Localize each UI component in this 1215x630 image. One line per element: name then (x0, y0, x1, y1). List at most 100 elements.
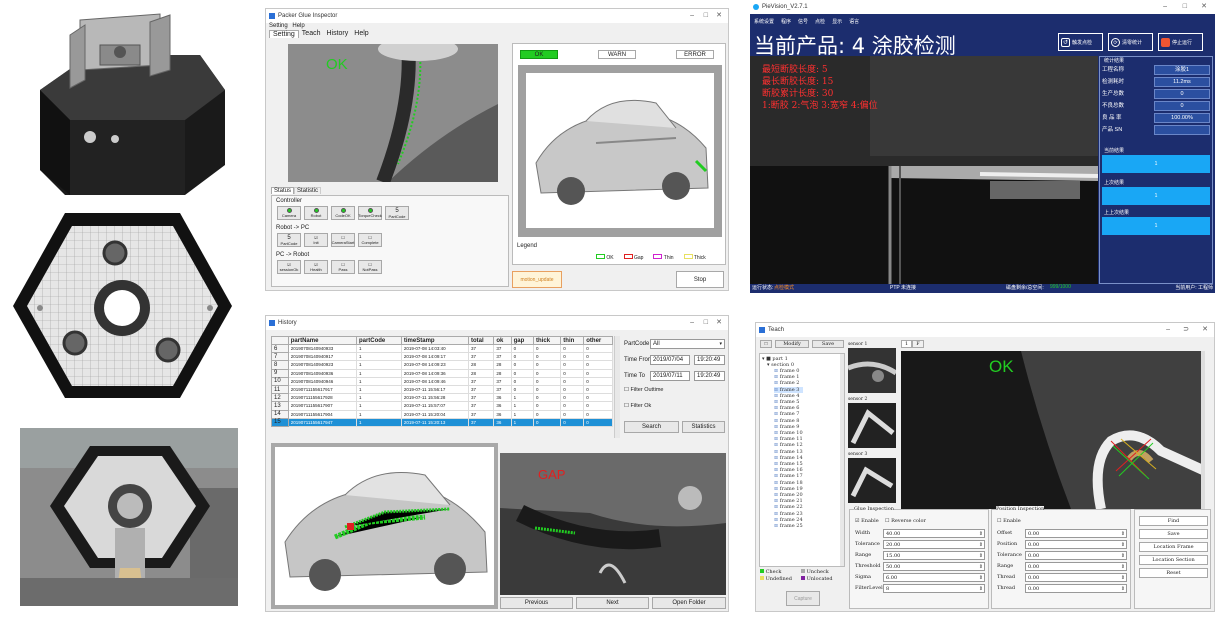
glue-field-input[interactable]: 15.00 ⇕ (883, 551, 985, 560)
status-ok-button[interactable]: OK (520, 50, 558, 59)
position-field-input[interactable]: 0.00 ⇕ (1025, 540, 1127, 549)
glue-field-input[interactable]: 40.00 ⇕ (883, 529, 985, 538)
close-button[interactable]: ✕ (716, 9, 722, 23)
robot-pc-partcode[interactable]: 5 PartCode (277, 233, 301, 247)
table-row[interactable]: 11 20190711155617917 1 2019-07-11 15:56:17 3… (271, 384, 613, 395)
glue-enable-checkbox[interactable]: ☑ Enable (855, 518, 879, 524)
controller-torquecheck[interactable]: TorqueCheck (358, 206, 382, 220)
spinner-icon[interactable]: ⇕ (979, 530, 983, 538)
tab-setting[interactable]: Setting (269, 30, 299, 38)
col-header-thick[interactable]: thick (533, 336, 562, 345)
filter-ok-checkbox[interactable]: ☐ Filter Ok (624, 403, 651, 409)
modify-button[interactable]: Modify (775, 340, 809, 348)
position-field-input[interactable]: 0.00 ⇕ (1025, 562, 1127, 571)
minimize-button[interactable]: – (690, 9, 694, 23)
robot-pc-camerastart[interactable]: ☐ CameraStart (331, 233, 355, 247)
table-row[interactable]: 8 20190708140940923 1 2019-07-08 14:09:23 28… (271, 360, 613, 370)
col-header-partname[interactable]: partName (287, 336, 357, 345)
tab-status[interactable]: Status (271, 187, 295, 194)
col-header-ok[interactable]: ok (493, 336, 512, 345)
glue-field-input[interactable]: 6.00 ⇕ (883, 573, 985, 582)
pv-stop-button[interactable]: 停止运行 (1158, 33, 1203, 51)
sensor-2-thumbnail[interactable] (848, 403, 896, 448)
table-row-selected[interactable]: 15 20190711155617947 1 2019-07-11 15:20:13 3… (271, 417, 613, 427)
robot-pc-init[interactable]: ☑ Init (304, 233, 328, 247)
previous-button[interactable]: Previous (500, 597, 573, 609)
position-field-input[interactable]: 0.00 ⇕ (1025, 529, 1127, 538)
spinner-icon[interactable]: ⇕ (1121, 585, 1125, 593)
pv-menu-program[interactable]: 程序 (781, 18, 791, 25)
table-row[interactable]: 13 20190711155617907 1 2019-07-11 15:57:07 3… (271, 401, 613, 411)
col-header-partcode[interactable]: partCode (355, 336, 402, 345)
spinner-icon[interactable]: ⇕ (1121, 563, 1125, 571)
capture-button[interactable]: Capture (786, 591, 820, 606)
tab-history[interactable]: History (323, 30, 351, 38)
pv-menu-check[interactable]: 点检 (815, 18, 825, 25)
pc-robot-notpass[interactable]: ☐ NotPass (358, 260, 382, 274)
location-frame-button[interactable]: Location Frame (1139, 542, 1208, 552)
tab-statistic[interactable]: Statistic (294, 187, 322, 194)
col-header-total[interactable]: total (467, 336, 495, 345)
teach-small-button[interactable]: □ (760, 340, 772, 348)
controller-partcode[interactable]: 5 PartCode (385, 206, 409, 220)
view-tab-1[interactable]: 1 (901, 340, 913, 348)
spinner-icon[interactable]: ⇕ (1121, 552, 1125, 560)
open-folder-button[interactable]: Open Folder (652, 597, 726, 609)
table-row[interactable]: 14 20190711155617904 1 2019-07-11 15:20:04 3… (271, 409, 613, 419)
menu-item-setting[interactable]: Setting (269, 23, 288, 29)
spinner-icon[interactable]: ⇕ (1121, 541, 1125, 549)
maximize-button[interactable]: □ (704, 9, 708, 23)
pv-menu-display[interactable]: 显示 (832, 18, 842, 25)
partcode-select[interactable]: All ▾ (650, 339, 725, 349)
spinner-icon[interactable]: ⇕ (1121, 574, 1125, 582)
table-scrollbar[interactable] (614, 336, 620, 438)
spinner-icon[interactable]: ⇕ (979, 541, 983, 549)
pv-trigger-button[interactable]: ↺ 触发点检 (1058, 33, 1103, 51)
glue-reverse-checkbox[interactable]: ☐ Reverse color (885, 518, 926, 524)
spinner-icon[interactable]: ⇕ (979, 574, 983, 582)
history-maximize-button[interactable]: □ (704, 316, 708, 330)
col-header-gap[interactable]: gap (510, 336, 535, 345)
controller-codeok[interactable]: CodeOK (331, 206, 355, 220)
pc-robot-health[interactable]: ☑ Health (304, 260, 328, 274)
save-teach-button[interactable]: Save (1139, 529, 1208, 539)
pv-reset-stats-button[interactable]: ⟳ 清零统计 (1108, 33, 1153, 51)
spinner-icon[interactable]: ⇕ (979, 585, 983, 593)
controller-robot[interactable]: Robot (304, 206, 328, 220)
stop-button[interactable]: Stop (676, 271, 724, 288)
table-row[interactable]: 6 20190708140940933 1 2019-07-08 14:03:40 37… (271, 343, 613, 354)
spinner-icon[interactable]: ⇕ (979, 563, 983, 571)
pv-menu-signal[interactable]: 信号 (798, 18, 808, 25)
tab-help[interactable]: Help (351, 30, 371, 38)
teach-close-button[interactable]: ✕ (1202, 323, 1208, 337)
glue-field-input[interactable]: 50.00 ⇕ (883, 562, 985, 571)
pv-menu-language[interactable]: 语言 (849, 18, 859, 25)
controller-camera[interactable]: Camera (277, 206, 301, 220)
time-from-date[interactable]: 2019/07/04 (650, 355, 690, 365)
robot-pc-complete[interactable]: ☐ Complete (358, 233, 382, 247)
status-warn-button[interactable]: WARN (598, 50, 636, 59)
time-from-time[interactable]: 19:20:49 (694, 355, 725, 365)
tree-frame-item[interactable]: ⊠ frame 25 (774, 523, 803, 529)
teach-view-scrollbar[interactable] (1201, 351, 1205, 509)
pc-robot-pass[interactable]: ☐ Pass (331, 260, 355, 274)
col-header-timestamp[interactable]: timeStamp (400, 336, 470, 345)
status-error-button[interactable]: ERROR (676, 50, 714, 59)
sensor-1-thumbnail[interactable] (848, 348, 896, 393)
time-to-date[interactable]: 2019/07/11 (650, 371, 690, 381)
sensor-3-thumbnail[interactable] (848, 458, 896, 503)
tab-teach[interactable]: Teach (299, 30, 324, 38)
position-field-input[interactable]: 0.00 ⇕ (1025, 573, 1127, 582)
pv-menu-system[interactable]: 系统设置 (754, 18, 774, 25)
spinner-icon[interactable]: ⇕ (1121, 530, 1125, 538)
position-field-input[interactable]: 0.00 ⇕ (1025, 551, 1127, 560)
search-button[interactable]: Search (624, 421, 679, 433)
view-tab-f[interactable]: F (912, 340, 924, 348)
pv-minimize-button[interactable]: – (1163, 0, 1167, 14)
statistics-button[interactable]: Statistics (682, 421, 725, 433)
glue-field-input[interactable]: 20.00 ⇕ (883, 540, 985, 549)
spinner-icon[interactable]: ⇕ (979, 552, 983, 560)
teach-restore-button[interactable]: ⊃ (1183, 323, 1189, 337)
next-button[interactable]: Next (576, 597, 649, 609)
save-tree-button[interactable]: Save (812, 340, 844, 348)
